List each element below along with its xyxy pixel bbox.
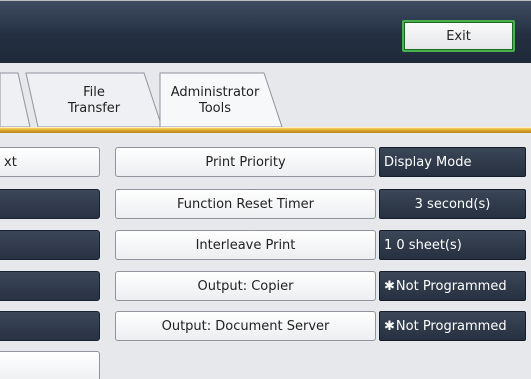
interleave-print-button[interactable]: Interleave Print xyxy=(115,230,376,260)
tab-file-transfer-line2: Transfer xyxy=(67,101,121,116)
left-column-button-2[interactable] xyxy=(0,189,100,219)
asterisk-icon: ✱ xyxy=(384,318,395,334)
left-column-button-6[interactable] xyxy=(0,351,100,379)
exit-button[interactable]: Exit xyxy=(402,20,515,52)
tab-file-transfer[interactable]: File Transfer xyxy=(24,71,164,127)
output-copier-button[interactable]: Output: Copier xyxy=(115,271,376,301)
left-column-button-1[interactable]: xt xyxy=(0,147,100,177)
left-column-button-4[interactable] xyxy=(0,271,100,301)
print-priority-value: Display Mode xyxy=(379,147,526,177)
output-copier-value-text: Not Programmed xyxy=(395,278,507,294)
print-priority-button[interactable]: Print Priority xyxy=(115,147,376,177)
asterisk-icon: ✱ xyxy=(384,278,395,294)
tab-administrator-tools-line2: Tools xyxy=(198,101,232,116)
left-column-button-3[interactable] xyxy=(0,230,100,260)
output-document-server-value-text: Not Programmed xyxy=(395,318,507,334)
left-column-button-1-label: xt xyxy=(4,154,17,170)
output-document-server-value: ✱ Not Programmed xyxy=(379,311,526,341)
tab-administrator-tools-line1: Administrator xyxy=(170,85,260,100)
left-column-button-5[interactable] xyxy=(0,311,100,341)
interleave-print-value: 1 0 sheet(s) xyxy=(379,230,526,260)
tab-file-transfer-line1: File xyxy=(83,85,105,100)
function-reset-timer-button[interactable]: Function Reset Timer xyxy=(115,189,376,219)
settings-panel: xt Print Priority Display Mode Function … xyxy=(0,133,531,379)
function-reset-timer-value: 3 second(s) xyxy=(379,189,526,219)
tab-administrator-tools[interactable]: Administrator Tools xyxy=(146,71,286,127)
output-copier-value: ✱ Not Programmed xyxy=(379,271,526,301)
header-bar: Exit xyxy=(0,1,531,63)
screen-frame: Exit File Transfer Administrator Tools x… xyxy=(0,0,531,379)
tab-strip: File Transfer Administrator Tools xyxy=(0,63,531,127)
output-document-server-button[interactable]: Output: Document Server xyxy=(115,311,376,341)
